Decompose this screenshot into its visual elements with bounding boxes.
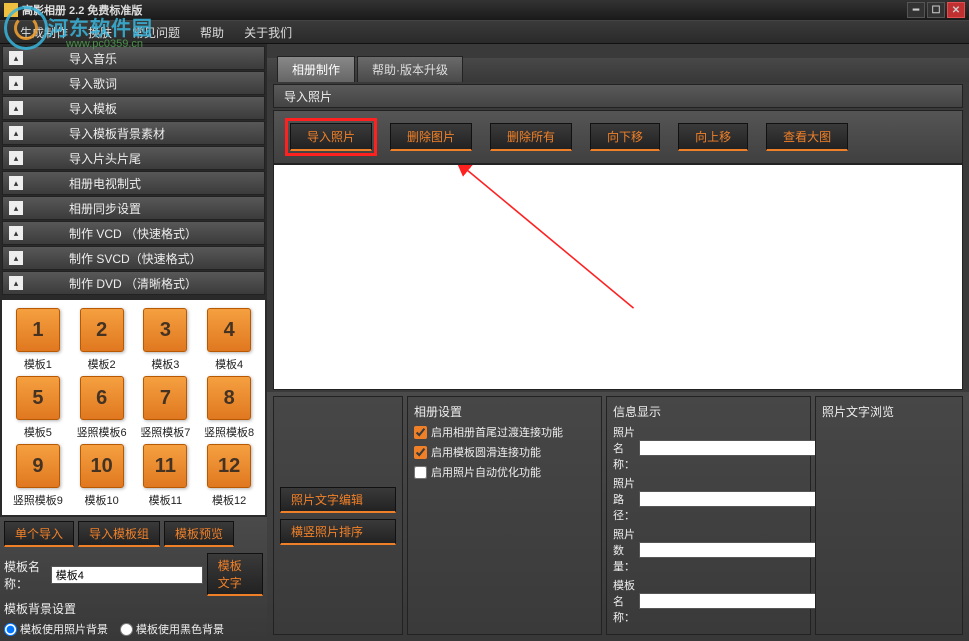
template-item[interactable]: 4模板4 [200, 308, 258, 372]
menu-skin[interactable]: 换肤 [78, 24, 122, 41]
info-label: 照片名称： [613, 424, 635, 472]
template-item[interactable]: 8竖照模板8 [200, 376, 258, 440]
import-photo-button[interactable]: 导入照片 [290, 123, 372, 151]
template-item[interactable]: 9竖照模板9 [9, 444, 67, 508]
preview-button[interactable]: 模板预览 [164, 521, 234, 547]
titlebar: 高影相册 2.2 免费标准版 ━ ☐ ✕ [0, 0, 969, 20]
panel-info: 信息显示 照片名称： 照片路径： 照片数量： 模板名称： [606, 396, 811, 635]
tpl-name-label: 模板名称： [4, 558, 47, 592]
tpl-name-input[interactable] [51, 566, 203, 584]
menu-help[interactable]: 帮助 [190, 24, 234, 41]
single-import-button[interactable]: 单个导入 [4, 521, 74, 547]
sidebar-item[interactable]: ▴制作 SVCD（快速格式） [2, 246, 265, 270]
tab-album[interactable]: 相册制作 [277, 56, 355, 82]
right-column: 相册制作 帮助·版本升级 导入照片 导入照片 删除图片 删除所有 向下移 向上移… [267, 44, 969, 641]
collapse-icon: ▴ [9, 226, 23, 240]
app-icon [4, 3, 18, 17]
panel-title: 信息显示 [613, 403, 804, 420]
sidebar-item[interactable]: ▴相册同步设置 [2, 196, 265, 220]
template-grid: 1模板1 2模板2 3模板3 4模板4 5模板5 6竖照模板6 7竖照模板7 8… [2, 300, 265, 515]
photo-canvas[interactable] [273, 164, 963, 390]
close-button[interactable]: ✕ [947, 2, 965, 18]
sidebar-item[interactable]: ▴导入模板 [2, 96, 265, 120]
sidebar-item[interactable]: ▴制作 DVD （清晰格式） [2, 271, 265, 295]
bg-radio-black[interactable]: 模板使用黑色背景 [120, 621, 224, 637]
bg-radio-photo[interactable]: 模板使用照片背景 [4, 621, 108, 637]
template-item[interactable]: 5模板5 [9, 376, 67, 440]
sidebar-item[interactable]: ▴制作 VCD （快速格式） [2, 221, 265, 245]
view-large-button[interactable]: 查看大图 [766, 123, 848, 151]
template-item[interactable]: 2模板2 [73, 308, 131, 372]
move-up-button[interactable]: 向上移 [678, 123, 748, 151]
sidebar-list: ▴导入音乐 ▴导入歌词 ▴导入模板 ▴导入模板背景素材 ▴导入片头片尾 ▴相册电… [0, 44, 267, 298]
template-item[interactable]: 11模板11 [136, 444, 194, 508]
template-item[interactable]: 12模板12 [200, 444, 258, 508]
sidebar-item[interactable]: ▴导入音乐 [2, 46, 265, 70]
photo-path-field[interactable] [639, 491, 818, 507]
collapse-icon: ▴ [9, 251, 23, 265]
panel-title: 照片文字浏览 [822, 403, 956, 420]
tpl-name-field[interactable] [639, 593, 818, 609]
bottom-panel: 照片文字编辑 横竖照片排序 相册设置 启用相册首尾过渡连接功能 启用模板圆滑连接… [267, 392, 969, 641]
tabbar: 相册制作 帮助·版本升级 [267, 58, 969, 82]
collapse-icon: ▴ [9, 126, 23, 140]
photo-sort-button[interactable]: 横竖照片排序 [280, 519, 396, 545]
sidebar-item[interactable]: ▴导入片头片尾 [2, 146, 265, 170]
menu-faq[interactable]: 常见问题 [122, 24, 190, 41]
photo-toolbar: 导入照片 删除图片 删除所有 向下移 向上移 查看大图 [273, 110, 963, 164]
collapse-icon: ▴ [9, 151, 23, 165]
collapse-icon: ▴ [9, 276, 23, 290]
info-label: 照片路径： [613, 475, 635, 523]
template-item[interactable]: 10模板10 [73, 444, 131, 508]
move-down-button[interactable]: 向下移 [590, 123, 660, 151]
panel-edit: 照片文字编辑 横竖照片排序 [273, 396, 403, 635]
tab-help[interactable]: 帮助·版本升级 [357, 56, 463, 82]
left-bottom-panel: 单个导入 导入模板组 模板预览 模板名称： 模板文字 模板背景设置 模板使用照片… [0, 517, 267, 641]
panel-album-settings: 相册设置 启用相册首尾过渡连接功能 启用模板圆滑连接功能 启用照片自动优化功能 [407, 396, 602, 635]
app-title: 高影相册 2.2 免费标准版 [22, 2, 142, 18]
menu-generate[interactable]: 生成制作 [10, 24, 78, 41]
panel-title: 相册设置 [414, 403, 595, 420]
sidebar-item[interactable]: ▴导入模板背景素材 [2, 121, 265, 145]
template-item[interactable]: 1模板1 [9, 308, 67, 372]
collapse-icon: ▴ [9, 176, 23, 190]
panel-text-preview: 照片文字浏览 [815, 396, 963, 635]
menubar: 生成制作 换肤 常见问题 帮助 关于我们 [0, 20, 969, 44]
photo-count-field[interactable] [639, 542, 818, 558]
annotation-arrow-icon [274, 165, 962, 389]
chk-smooth[interactable]: 启用模板圆滑连接功能 [414, 444, 595, 460]
delete-all-button[interactable]: 删除所有 [490, 123, 572, 151]
collapse-icon: ▴ [9, 51, 23, 65]
photo-name-field[interactable] [639, 440, 818, 456]
collapse-icon: ▴ [9, 201, 23, 215]
collapse-icon: ▴ [9, 76, 23, 90]
sidebar-item[interactable]: ▴相册电视制式 [2, 171, 265, 195]
sub-header: 导入照片 [273, 84, 963, 108]
template-item[interactable]: 6竖照模板6 [73, 376, 131, 440]
tpl-text-button[interactable]: 模板文字 [207, 553, 263, 596]
menu-about[interactable]: 关于我们 [234, 24, 302, 41]
photo-text-edit-button[interactable]: 照片文字编辑 [280, 487, 396, 513]
bg-title: 模板背景设置 [4, 600, 263, 617]
chk-optimize[interactable]: 启用照片自动优化功能 [414, 464, 595, 480]
info-label: 模板名称： [613, 577, 635, 625]
sidebar-item[interactable]: ▴导入歌词 [2, 71, 265, 95]
left-column: ▴导入音乐 ▴导入歌词 ▴导入模板 ▴导入模板背景素材 ▴导入片头片尾 ▴相册电… [0, 44, 267, 641]
minimize-button[interactable]: ━ [907, 2, 925, 18]
info-label: 照片数量： [613, 526, 635, 574]
collapse-icon: ▴ [9, 101, 23, 115]
delete-photo-button[interactable]: 删除图片 [390, 123, 472, 151]
chk-transition[interactable]: 启用相册首尾过渡连接功能 [414, 424, 595, 440]
template-item[interactable]: 7竖照模板7 [136, 376, 194, 440]
group-import-button[interactable]: 导入模板组 [78, 521, 160, 547]
maximize-button[interactable]: ☐ [927, 2, 945, 18]
template-item[interactable]: 3模板3 [136, 308, 194, 372]
